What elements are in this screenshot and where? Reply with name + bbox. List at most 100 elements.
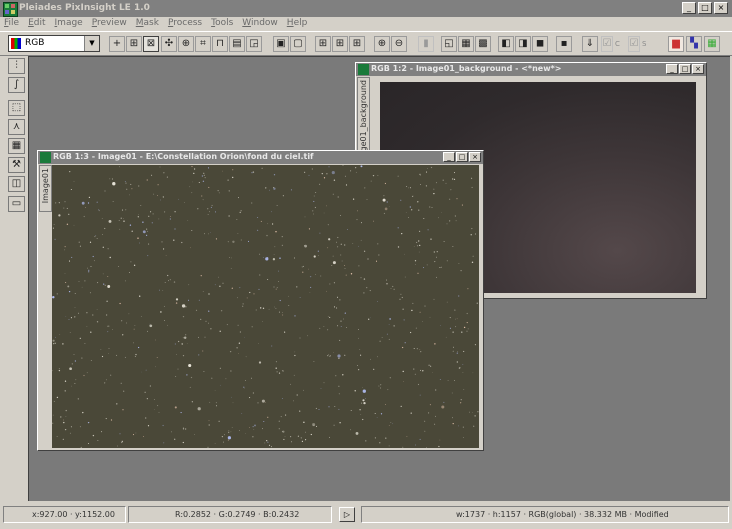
menu-help[interactable]: Help: [287, 17, 308, 30]
new-preview-icon[interactable]: ⊓: [212, 36, 228, 52]
histogram-icon[interactable]: ▆: [668, 36, 684, 52]
star: [315, 192, 317, 193]
star: [175, 298, 179, 301]
mask-enable-icon[interactable]: ▦: [458, 36, 474, 52]
pan-icon[interactable]: ✣: [161, 36, 177, 52]
menu-file[interactable]: File: [4, 17, 19, 30]
close-button[interactable]: ×: [692, 64, 704, 74]
star: [54, 336, 56, 338]
star: [257, 402, 259, 404]
zoom-2-icon[interactable]: ⊞: [332, 36, 348, 52]
star: [203, 174, 205, 176]
star: [225, 378, 227, 380]
star: [249, 397, 251, 399]
check-c-icon[interactable]: ☑: [601, 36, 613, 52]
stf-pin-icon[interactable]: ⇓: [582, 36, 598, 52]
star: [424, 430, 426, 432]
star: [379, 387, 382, 389]
orion-starfield-image[interactable]: [52, 165, 479, 448]
rgb-palette-icon[interactable]: ▚: [686, 36, 702, 52]
star: [399, 298, 401, 300]
star: [97, 209, 100, 211]
tools-icon[interactable]: ⚒: [8, 157, 25, 173]
star: [165, 255, 167, 256]
star: [410, 412, 412, 414]
mask-show-icon[interactable]: ▮: [418, 36, 434, 52]
preview-icon[interactable]: ▤: [229, 36, 245, 52]
star: [97, 282, 99, 284]
star-icon[interactable]: ⋏: [8, 119, 25, 135]
shrink-icon[interactable]: ⊖: [391, 36, 407, 52]
channel-g-icon[interactable]: ◨: [515, 36, 531, 52]
star: [258, 361, 262, 364]
star: [358, 245, 359, 247]
histogram-icon[interactable]: ⫶: [8, 58, 25, 74]
chevron-down-icon[interactable]: ▼: [84, 36, 99, 51]
star: [68, 213, 70, 215]
star: [107, 325, 109, 327]
star: [402, 370, 404, 373]
curves-icon[interactable]: ∫: [8, 77, 25, 93]
grid-icon[interactable]: ▦: [8, 138, 25, 154]
window-fit-icon[interactable]: ▢: [290, 36, 306, 52]
star: [245, 433, 246, 435]
crosshair-icon[interactable]: ⊕: [178, 36, 194, 52]
window-restore-icon[interactable]: ▣: [273, 36, 289, 52]
pixinsight-app-icon[interactable]: [3, 2, 18, 17]
expand-icon[interactable]: ⊕: [374, 36, 390, 52]
star: [288, 295, 290, 297]
fit-icon[interactable]: ⊠: [143, 36, 159, 52]
star: [328, 166, 330, 168]
zoom-3-icon[interactable]: ⊞: [349, 36, 365, 52]
image-window-titlebar[interactable]: RGB 1:3 - Image01 - E:\Constellation Ori…: [38, 151, 483, 164]
crop-icon[interactable]: ⌗: [195, 36, 211, 52]
minimize-button[interactable]: _: [682, 2, 696, 14]
menu-process[interactable]: Process: [168, 17, 202, 30]
image-window-orion[interactable]: RGB 1:3 - Image01 - E:\Constellation Ori…: [37, 150, 484, 451]
zoom-1-icon[interactable]: ⊞: [315, 36, 331, 52]
star: [101, 217, 103, 219]
star: [460, 269, 462, 272]
star: [294, 354, 296, 357]
menu-tools[interactable]: Tools: [211, 17, 233, 30]
close-button[interactable]: ×: [469, 152, 481, 162]
mask-color-icon[interactable]: ▩: [475, 36, 491, 52]
zoom-icon[interactable]: ⊞: [126, 36, 142, 52]
channel-r-icon[interactable]: ◧: [498, 36, 514, 52]
minimize-button[interactable]: _: [443, 152, 455, 162]
stf-icon[interactable]: ▪: [556, 36, 572, 52]
mask-invert-icon[interactable]: ◱: [441, 36, 457, 52]
minimize-button[interactable]: _: [666, 64, 678, 74]
star: [466, 330, 468, 332]
color-grid-icon[interactable]: ▦: [704, 36, 720, 52]
menu-window[interactable]: Window: [242, 17, 278, 30]
play-icon[interactable]: ▷: [339, 507, 355, 522]
image-window-titlebar[interactable]: RGB 1:2 - Image01_background - <*new*> _…: [356, 63, 706, 76]
maximize-button[interactable]: □: [679, 64, 691, 74]
star: [52, 295, 55, 299]
close-button[interactable]: ×: [714, 2, 728, 14]
menu-image[interactable]: Image: [55, 17, 83, 30]
maximize-button[interactable]: □: [698, 2, 712, 14]
star: [467, 288, 469, 290]
menu-edit[interactable]: Edit: [28, 17, 45, 30]
selection-icon[interactable]: ⬚: [8, 100, 25, 116]
process-icon[interactable]: ◫: [8, 176, 25, 192]
star: [79, 337, 81, 339]
image-id-tab[interactable]: Image01: [39, 165, 52, 212]
color-space-select[interactable]: RGB ▼: [8, 35, 100, 52]
maximize-button[interactable]: □: [456, 152, 468, 162]
image-id-tab[interactable]: Image01_background: [357, 77, 370, 167]
channel-b-icon[interactable]: ◼: [532, 36, 548, 52]
check-s-icon[interactable]: ☑: [628, 36, 640, 52]
star: [64, 201, 66, 203]
star: [67, 285, 70, 288]
star: [377, 356, 378, 358]
console-icon[interactable]: ▭: [8, 196, 25, 212]
star: [370, 317, 371, 319]
menu-preview[interactable]: Preview: [92, 17, 127, 30]
cursor-icon[interactable]: +: [109, 36, 125, 52]
menu-mask[interactable]: Mask: [136, 17, 159, 30]
star: [109, 256, 111, 259]
zoom-window-icon[interactable]: ◲: [246, 36, 262, 52]
